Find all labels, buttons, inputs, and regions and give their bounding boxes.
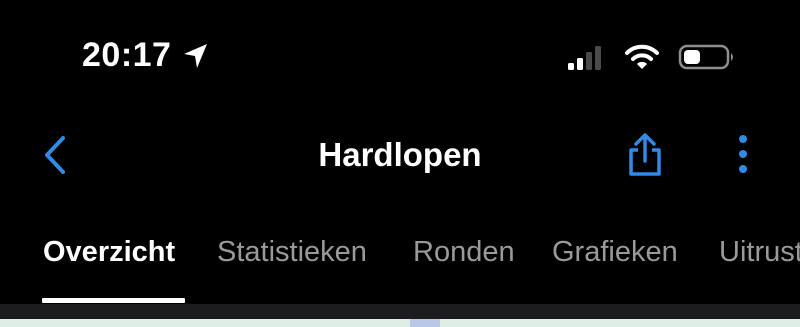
navigation-bar: Hardlopen bbox=[0, 115, 800, 195]
status-indicators bbox=[566, 42, 736, 72]
share-button[interactable] bbox=[624, 133, 666, 177]
wifi-icon bbox=[624, 42, 660, 72]
status-time: 20:17 bbox=[82, 36, 172, 74]
tab-ronden[interactable]: Ronden bbox=[413, 234, 515, 270]
battery-low-icon bbox=[678, 42, 736, 72]
location-arrow-icon bbox=[181, 41, 211, 71]
map-road-segment bbox=[410, 319, 440, 327]
share-icon bbox=[629, 133, 661, 176]
status-bar: 20:17 bbox=[0, 0, 800, 120]
tab-statistieken[interactable]: Statistieken bbox=[217, 234, 367, 270]
cellular-signal-icon bbox=[566, 42, 606, 72]
tab-divider bbox=[0, 304, 800, 319]
status-time-group: 20:17 bbox=[82, 38, 211, 72]
active-tab-indicator bbox=[42, 298, 185, 303]
tab-bar: Overzicht Statistieken Ronden Grafieken … bbox=[0, 220, 800, 304]
map-preview[interactable] bbox=[0, 319, 800, 327]
more-options-button[interactable] bbox=[728, 133, 758, 177]
tab-uitrusting[interactable]: Uitrusting bbox=[719, 234, 800, 270]
page-title: Hardlopen bbox=[318, 136, 482, 173]
tab-grafieken[interactable]: Grafieken bbox=[552, 234, 678, 270]
more-vertical-icon bbox=[739, 135, 747, 173]
tab-overzicht[interactable]: Overzicht bbox=[43, 234, 175, 270]
